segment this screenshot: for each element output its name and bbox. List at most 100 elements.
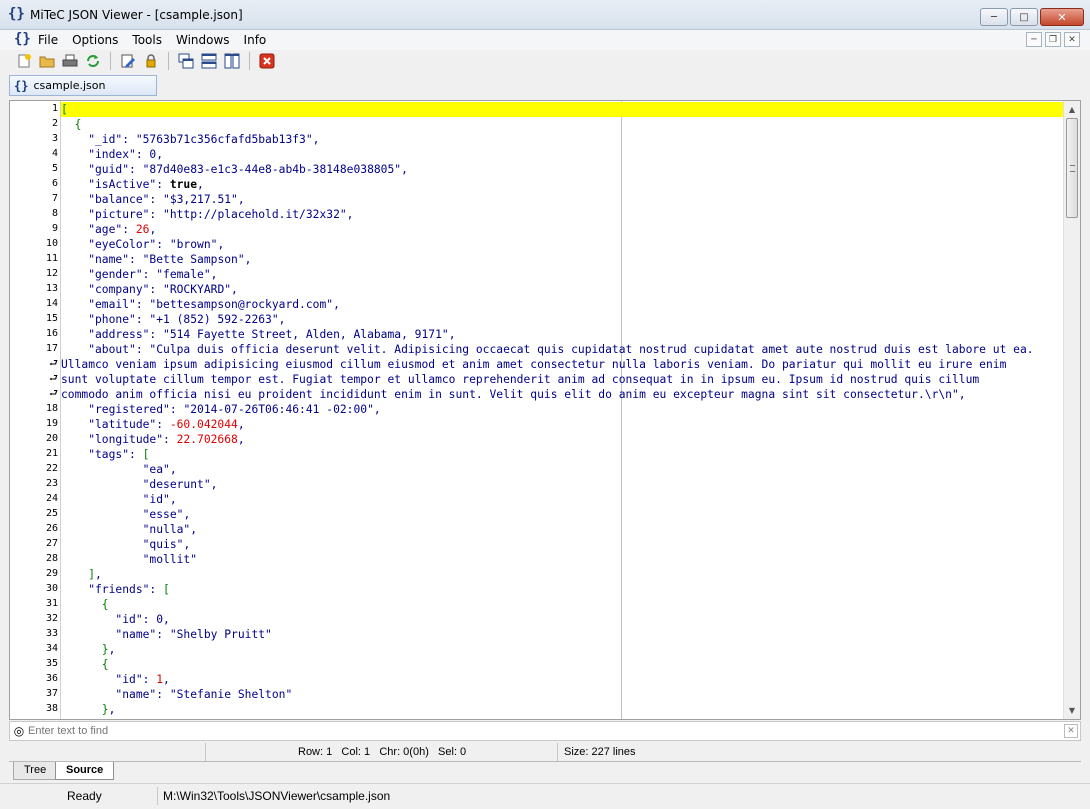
code-token: , bbox=[169, 493, 177, 506]
code-line: "index": 0, bbox=[61, 147, 1064, 162]
code-token: { bbox=[61, 658, 109, 671]
find-input[interactable] bbox=[28, 725, 1028, 737]
code-token: "2014-07-26T06:46:41 -02:00" bbox=[183, 403, 374, 416]
code-token: "bettesampson@rockyard.com" bbox=[149, 298, 334, 311]
code-token: "esse" bbox=[61, 508, 184, 521]
line-number: 38 bbox=[45, 703, 58, 714]
sel-indicator: Sel: 0 bbox=[438, 746, 467, 758]
tile-horizontal-icon[interactable] bbox=[199, 51, 219, 71]
code-line: "id": 0, bbox=[61, 612, 1064, 627]
code-line: "quis", bbox=[61, 537, 1064, 552]
wrap-marker-icon: ⮐ bbox=[49, 373, 58, 384]
find-bar: ◎ ✕ bbox=[9, 721, 1081, 741]
close-doc-icon[interactable] bbox=[257, 51, 277, 71]
code-token: "name": bbox=[61, 253, 143, 266]
child-restore-button[interactable]: ❐ bbox=[1045, 32, 1061, 47]
code-token: , bbox=[217, 238, 225, 251]
line-number: 17 bbox=[45, 343, 58, 354]
menu-options[interactable]: Options bbox=[72, 33, 118, 47]
code-token: "isActive": bbox=[61, 178, 170, 191]
code-token: } bbox=[61, 703, 109, 716]
document-system-icon[interactable]: {} bbox=[14, 31, 31, 47]
code-token: , bbox=[448, 328, 456, 341]
scroll-thumb[interactable] bbox=[1066, 118, 1078, 218]
code-token: "+1 (852) 592-2263" bbox=[149, 313, 279, 326]
code-token: ] bbox=[61, 568, 96, 581]
wrap-marker-icon: ⮐ bbox=[49, 358, 58, 369]
tab-csample-json[interactable]: {} csample.json bbox=[9, 75, 157, 96]
code-line: "_id": "5763b71c356cfafd5bab13f3", bbox=[61, 132, 1064, 147]
child-minimize-button[interactable]: ─ bbox=[1026, 32, 1042, 47]
code-token: "eyeColor": bbox=[61, 238, 170, 251]
code-line: "isActive": true, bbox=[61, 177, 1064, 192]
line-number: 7 bbox=[51, 193, 58, 204]
code-line: "id": 1, bbox=[61, 672, 1064, 687]
code-line: "latitude": -60.042044, bbox=[61, 417, 1064, 432]
edit-icon[interactable] bbox=[118, 51, 138, 71]
app-icon: {} bbox=[8, 6, 25, 22]
code-token: "balance": bbox=[61, 193, 164, 206]
refresh-icon[interactable] bbox=[83, 51, 103, 71]
code-token: "mollit" bbox=[61, 553, 198, 566]
line-number: 11 bbox=[45, 253, 58, 264]
code-token: "5763b71c356cfafd5bab13f3" bbox=[135, 133, 313, 146]
scroll-down-icon[interactable]: ▼ bbox=[1064, 702, 1080, 719]
code-token: , bbox=[156, 148, 164, 161]
code-area[interactable]: [ { "_id": "5763b71c356cfafd5bab13f3", "… bbox=[61, 102, 1064, 717]
cursor-position: Row: 1 Col: 1 Chr: 0(0h) Sel: 0 bbox=[205, 743, 545, 761]
code-token: "id": bbox=[61, 613, 157, 626]
code-token: , bbox=[312, 133, 320, 146]
line-number: 5 bbox=[51, 163, 58, 174]
code-token: 1 bbox=[156, 673, 164, 686]
code-token: , bbox=[163, 673, 170, 686]
vertical-scrollbar[interactable]: ▲ ▼ bbox=[1063, 101, 1080, 719]
line-number: 24 bbox=[45, 493, 58, 504]
document-tab-strip: {} csample.json bbox=[0, 72, 1090, 100]
close-button[interactable]: ✕ bbox=[1040, 8, 1084, 26]
line-number: 18 bbox=[45, 403, 58, 414]
open-icon[interactable] bbox=[37, 51, 57, 71]
line-number: 4 bbox=[51, 148, 58, 159]
menu-info[interactable]: Info bbox=[244, 33, 267, 47]
status-text: Ready bbox=[67, 789, 102, 803]
tab-source[interactable]: Source bbox=[55, 762, 115, 780]
menu-tools[interactable]: Tools bbox=[132, 33, 162, 47]
code-token: "ROCKYARD" bbox=[163, 283, 232, 296]
code-line: "id", bbox=[61, 492, 1064, 507]
find-clear-icon[interactable]: ✕ bbox=[1064, 724, 1078, 738]
code-token: "nulla" bbox=[61, 523, 191, 536]
line-number: 20 bbox=[45, 433, 58, 444]
toolbar bbox=[0, 50, 1090, 72]
code-token: "name": bbox=[61, 628, 170, 641]
minimize-button[interactable]: ─ bbox=[980, 8, 1008, 26]
tab-tree[interactable]: Tree bbox=[13, 762, 58, 780]
print-icon[interactable] bbox=[60, 51, 80, 71]
code-token: "quis" bbox=[61, 538, 184, 551]
wrap-marker-icon: ⮐ bbox=[49, 388, 58, 399]
json-file-icon: {} bbox=[14, 78, 29, 93]
code-token: "name": bbox=[61, 688, 170, 701]
code-token: "female" bbox=[156, 268, 211, 281]
code-token: , bbox=[401, 163, 408, 176]
cascade-icon[interactable] bbox=[176, 51, 196, 71]
toolbar-separator bbox=[110, 52, 111, 70]
editor-status-bar: Row: 1 Col: 1 Chr: 0(0h) Sel: 0 Size: 22… bbox=[9, 743, 1081, 761]
line-number: 28 bbox=[45, 553, 58, 564]
lock-icon[interactable] bbox=[141, 51, 161, 71]
line-number: 16 bbox=[45, 328, 58, 339]
menu-file[interactable]: File bbox=[38, 33, 58, 47]
code-token: , bbox=[210, 268, 218, 281]
tile-vertical-icon[interactable] bbox=[222, 51, 242, 71]
code-token: 22.702668 bbox=[176, 433, 238, 446]
child-close-button[interactable]: ✕ bbox=[1064, 32, 1080, 47]
maximize-button[interactable]: □ bbox=[1010, 8, 1038, 26]
code-token: [ bbox=[61, 103, 68, 116]
code-line: { bbox=[61, 597, 1064, 612]
code-token: "id" bbox=[61, 493, 170, 506]
code-token: "Bette Sampson" bbox=[142, 253, 245, 266]
code-token: "address": bbox=[61, 328, 164, 341]
new-icon[interactable] bbox=[14, 51, 34, 71]
source-editor[interactable]: 1 2 3 4 5 6 7 8 9 10 11 12 13 14 15 16 17 ⮐ ⮐ ⮐ 18 19 20 21 22 23… bbox=[9, 100, 1081, 720]
menu-windows[interactable]: Windows bbox=[176, 33, 230, 47]
scroll-up-icon[interactable]: ▲ bbox=[1064, 101, 1080, 118]
